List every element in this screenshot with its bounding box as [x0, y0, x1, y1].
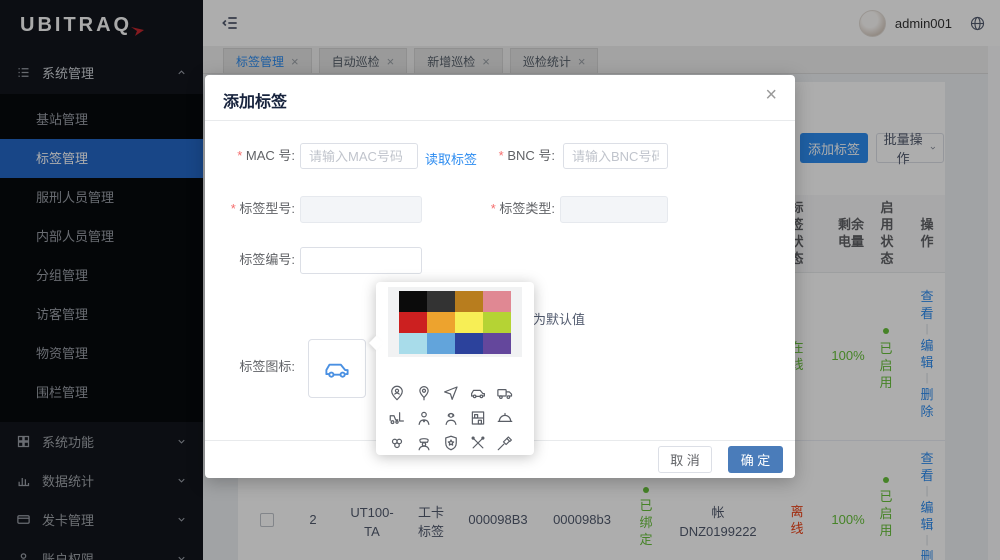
bnc-input[interactable] [563, 143, 668, 169]
mac-label: MAC 号: [219, 143, 295, 169]
type-label: 标签类型: [476, 196, 555, 222]
mac-input[interactable] [300, 143, 418, 169]
badge-icon[interactable] [438, 430, 464, 455]
man-icon[interactable] [411, 405, 437, 430]
color-palette [388, 287, 522, 357]
color-swatch[interactable] [427, 291, 455, 312]
clover-icon[interactable] [384, 430, 410, 455]
color-swatch[interactable] [399, 291, 427, 312]
hammer-icon[interactable] [492, 430, 518, 455]
icon-picker-popup [376, 282, 534, 455]
tools-icon[interactable] [465, 430, 491, 455]
color-swatch[interactable] [455, 312, 483, 333]
helmet-icon[interactable] [492, 405, 518, 430]
code-label: 标签编号: [215, 247, 295, 273]
tag-icon-selector[interactable] [308, 339, 366, 398]
location-pin-icon[interactable] [411, 380, 437, 405]
color-swatch[interactable] [399, 312, 427, 333]
person-pin-icon[interactable] [384, 380, 410, 405]
car-icon[interactable] [465, 380, 491, 405]
officer-icon[interactable] [411, 430, 437, 455]
color-swatch[interactable] [483, 312, 511, 333]
color-swatch[interactable] [427, 333, 455, 354]
default-value-hint: 为默认值 [533, 309, 585, 328]
color-swatch[interactable] [483, 291, 511, 312]
car-icon [322, 354, 352, 384]
navigation-icon[interactable] [438, 380, 464, 405]
type-input[interactable] [560, 196, 668, 223]
truck-icon[interactable] [492, 380, 518, 405]
color-swatch[interactable] [455, 291, 483, 312]
color-swatch[interactable] [427, 312, 455, 333]
color-swatch[interactable] [455, 333, 483, 354]
color-swatch[interactable] [399, 333, 427, 354]
woman-icon[interactable] [438, 405, 464, 430]
icon-grid [384, 380, 526, 455]
modal-title: 添加标签 [223, 88, 287, 112]
close-icon[interactable]: × [765, 85, 777, 105]
app-root: UBITRAQ 系统管理 基站管理 标签管理 服刑人员管理 内部人员管理 分组管… [0, 0, 1000, 560]
divider [205, 120, 795, 121]
confirm-button[interactable]: 确 定 [728, 446, 783, 473]
icon-label: 标签图标: [215, 354, 295, 380]
shelf-icon[interactable] [465, 405, 491, 430]
model-input[interactable] [300, 196, 422, 223]
read-tag-link[interactable]: 读取标签 [425, 149, 477, 168]
model-label: 标签型号: [215, 196, 295, 222]
bnc-label: BNC 号: [483, 143, 555, 169]
color-swatch[interactable] [483, 333, 511, 354]
cancel-button[interactable]: 取 消 [658, 446, 712, 473]
code-input[interactable] [300, 247, 422, 274]
forklift-icon[interactable] [384, 405, 410, 430]
